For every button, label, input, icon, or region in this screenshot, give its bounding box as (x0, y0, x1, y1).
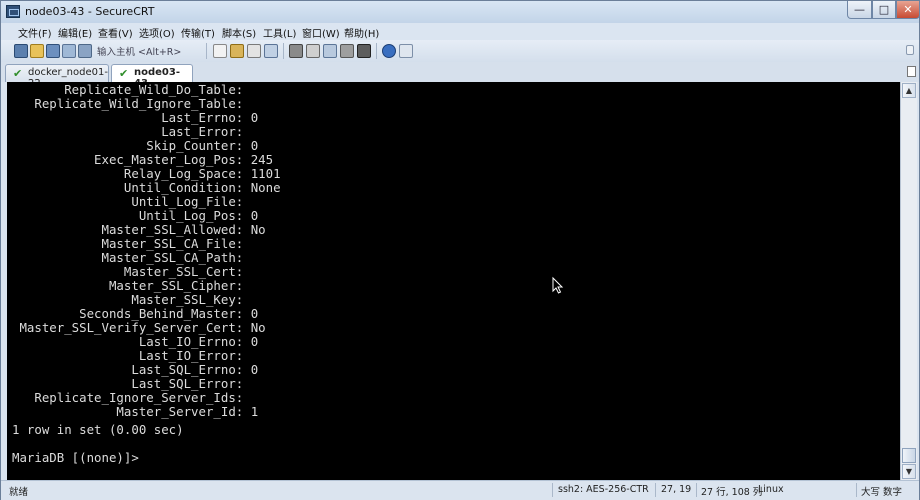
session-tabs: ✔ docker_node01-22 ✔ node03-43 (1, 62, 919, 89)
status-divider (856, 483, 857, 497)
status-num-lock: 数字 (883, 487, 903, 498)
terminal-view[interactable]: Replicate_Wild_Do_Table: Replicate_Wild_… (7, 82, 900, 480)
reconnect-icon[interactable] (62, 44, 76, 58)
maximize-button[interactable]: □ (872, 1, 896, 19)
menu-file[interactable]: 文件(F) (18, 25, 52, 40)
help-icon[interactable] (382, 44, 396, 58)
mouse-pointer-icon (552, 276, 564, 294)
tab-docker-node01-22[interactable]: ✔ docker_node01-22 (5, 64, 109, 89)
quick-connect-icon[interactable] (30, 44, 44, 58)
options-icon[interactable] (340, 44, 354, 58)
menu-options[interactable]: 选项(O) (139, 25, 175, 40)
securecrt-window: node03-43 - SecureCRT — □ ✕ 文件(F) 编辑(E) … (0, 0, 920, 500)
status-divider (552, 483, 553, 497)
status-bar: 就绪 ssh2: AES-256-CTR 27, 19 27 行, 108 列 … (1, 480, 919, 500)
status-cursor-position: 27, 19 (661, 484, 692, 495)
terminal-line: Master_SSL_Cipher: (12, 278, 244, 293)
status-ready: 就绪 (9, 487, 29, 498)
terminal-line: Skip_Counter: 0 (12, 138, 259, 153)
terminal-line: Until_Log_File: (12, 194, 244, 209)
find-icon[interactable] (264, 44, 278, 58)
scroll-down-icon[interactable]: ▼ (902, 464, 916, 479)
menu-transfer[interactable]: 传输(T) (181, 25, 215, 40)
terminal-line: Master_Server_Id: 1 (12, 404, 259, 419)
terminal-line: Last_IO_Errno: 0 (12, 334, 259, 349)
terminal-line: Seconds_Behind_Master: 0 (12, 306, 259, 321)
status-caps-lock: 大写 (861, 487, 881, 498)
status-divider (655, 483, 656, 497)
status-cipher: ssh2: AES-256-CTR (558, 484, 649, 495)
app-icon[interactable] (6, 5, 20, 18)
menu-script[interactable]: 脚本(S) (222, 25, 256, 40)
scroll-up-icon[interactable]: ▲ (902, 83, 916, 98)
toolbar-separator (206, 43, 207, 59)
scroll-thumb[interactable] (902, 448, 916, 463)
terminal-line: Exec_Master_Log_Pos: 245 (12, 152, 274, 167)
connect-icon[interactable] (14, 44, 28, 58)
title-bar[interactable]: node03-43 - SecureCRT — □ ✕ (1, 1, 920, 23)
paste-icon[interactable] (230, 44, 244, 58)
terminal-line: Master_SSL_Allowed: No (12, 222, 266, 237)
terminal-line: Last_IO_Error: (12, 348, 244, 363)
terminal-scrollbar[interactable]: ▲ ▼ (900, 82, 917, 480)
terminal-line: Last_Errno: 0 (12, 110, 259, 125)
tab-list-icon[interactable] (907, 66, 916, 77)
menu-tools[interactable]: 工具(L) (263, 25, 296, 40)
menu-bar: 文件(F) 编辑(E) 查看(V) 选项(O) 传输(T) 脚本(S) 工具(L… (1, 23, 919, 40)
copy-icon[interactable] (213, 44, 227, 58)
about-icon[interactable] (399, 44, 413, 58)
menu-window[interactable]: 窗口(W) (302, 25, 340, 40)
status-os: Linux (758, 484, 784, 495)
settings-icon[interactable] (306, 44, 320, 58)
toolbar-separator (376, 43, 377, 59)
print-icon[interactable] (289, 44, 303, 58)
disconnect-icon[interactable] (78, 44, 92, 58)
terminal-line: Replicate_Wild_Ignore_Table: (12, 96, 244, 111)
toolbar: 输入主机 <Alt+R> (1, 40, 919, 63)
keymap-icon[interactable] (357, 44, 371, 58)
terminal-line: 1 row in set (0.00 sec) (12, 422, 184, 437)
terminal-line: Master_SSL_Verify_Server_Cert: No (12, 320, 266, 335)
terminal-line: Last_SQL_Errno: 0 (12, 362, 259, 377)
window-title: node03-43 - SecureCRT (25, 5, 155, 18)
status-terminal-size: 27 行, 108 列 (701, 487, 763, 498)
menu-edit[interactable]: 编辑(E) (58, 25, 92, 40)
terminal-line: Master_SSL_Cert: (12, 264, 244, 279)
terminal-line: Until_Log_Pos: 0 (12, 208, 259, 223)
terminal-line: Replicate_Wild_Do_Table: (12, 82, 244, 97)
terminal-line: Until_Condition: None (12, 180, 281, 195)
terminal-line: Master_SSL_CA_Path: (12, 250, 244, 265)
terminal-line: Last_Error: (12, 124, 244, 139)
status-divider (696, 483, 697, 497)
toolbar-separator (283, 43, 284, 59)
connect-in-tab-icon[interactable] (46, 44, 60, 58)
quick-connect-field[interactable]: 输入主机 <Alt+R> (97, 44, 181, 58)
copy-paste-icon[interactable] (247, 44, 261, 58)
terminal-line: Replicate_Ignore_Server_Ids: (12, 390, 244, 405)
terminal-line: Relay_Log_Space: 1101 (12, 166, 281, 181)
sftp-icon[interactable] (323, 44, 337, 58)
terminal-line: Master_SSL_Key: (12, 292, 244, 307)
minimize-button[interactable]: — (847, 1, 872, 19)
menu-view[interactable]: 查看(V) (98, 25, 133, 40)
terminal-line: Last_SQL_Error: (12, 376, 244, 391)
menu-help[interactable]: 帮助(H) (344, 25, 379, 40)
tab-node03-43[interactable]: ✔ node03-43 (111, 64, 193, 89)
close-button[interactable]: ✕ (896, 1, 920, 19)
toolbar-overflow-icon[interactable] (906, 45, 914, 55)
connected-check-icon: ✔ (119, 67, 129, 80)
terminal-line: Master_SSL_CA_File: (12, 236, 244, 251)
connected-check-icon: ✔ (13, 67, 23, 80)
terminal-prompt: MariaDB [(none)]> (12, 450, 139, 465)
